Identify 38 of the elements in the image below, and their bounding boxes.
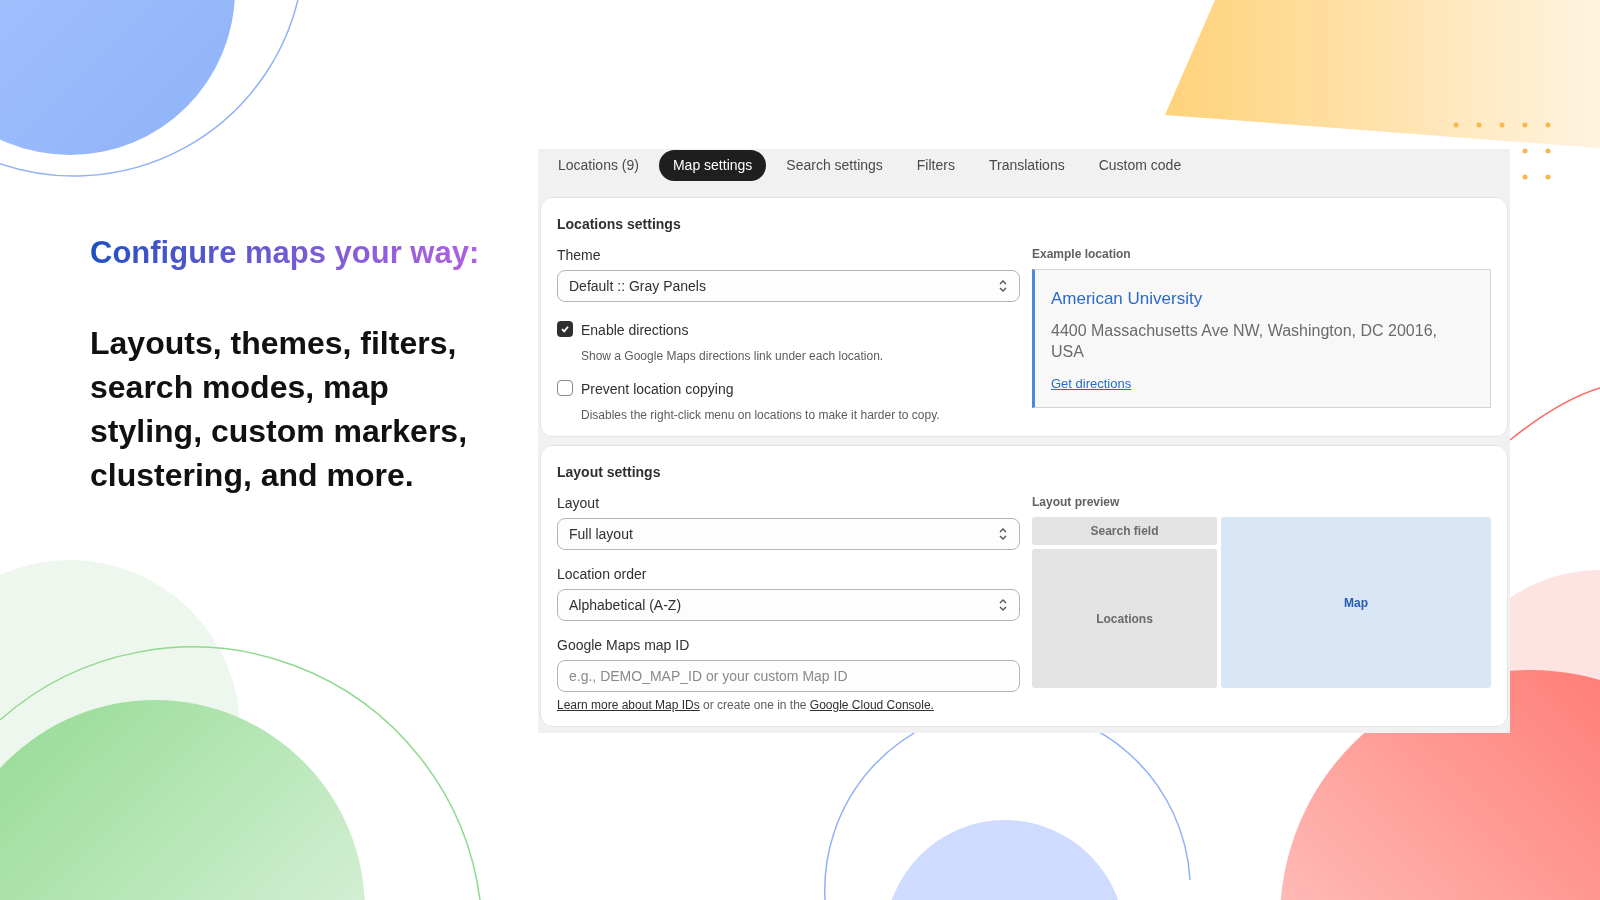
tab[interactable]: Translations bbox=[974, 150, 1079, 181]
select-field[interactable]: Default :: Gray Panels bbox=[557, 270, 1020, 302]
select-field[interactable]: Alphabetical (A-Z) bbox=[557, 589, 1020, 621]
location-name: American University bbox=[1051, 288, 1204, 310]
tab[interactable]: Filters bbox=[902, 150, 969, 181]
checkbox[interactable] bbox=[557, 380, 573, 396]
block-label: Search field bbox=[1090, 523, 1159, 540]
preview-label: Layout preview bbox=[1032, 494, 1121, 511]
help-text: Disables the right-click menu on locations to make it harder to copy. bbox=[581, 407, 940, 424]
tab[interactable]: Custom code bbox=[1084, 150, 1196, 181]
block-label: Locations bbox=[1096, 610, 1153, 628]
directions-link[interactable]: Get directions bbox=[1051, 373, 1132, 393]
preview-label: Example location bbox=[1032, 246, 1132, 263]
select-field[interactable]: Full layout bbox=[557, 518, 1020, 550]
field-label: Layout bbox=[557, 494, 601, 513]
up-down-chevron-icon bbox=[998, 279, 1008, 293]
help-text: Learn more about Map IDs or create one in the Google Cloud Console. bbox=[557, 697, 935, 714]
field-label: Google Maps map ID bbox=[557, 636, 691, 655]
block-label: Map bbox=[1344, 594, 1368, 612]
field-label: Location order bbox=[557, 565, 648, 584]
help-link[interactable]: Google Cloud Console. bbox=[809, 698, 934, 712]
tab[interactable]: Map settings bbox=[658, 150, 767, 181]
tab[interactable]: Locations (9) bbox=[544, 150, 653, 181]
field-label: Theme bbox=[557, 246, 602, 265]
feature-list: Layouts, themes, filters, search modes, map styling, custom markers, clustering, and more. bbox=[90, 320, 490, 497]
location-address: 4400 Massachusetts Ave NW, Washington, DC 20016, USA bbox=[1051, 320, 1438, 362]
help-link[interactable]: Learn more about Map IDs bbox=[557, 698, 700, 712]
up-down-chevron-icon bbox=[998, 527, 1008, 541]
section-title: Layout settings bbox=[557, 463, 662, 482]
input-field[interactable]: e.g., DEMO_MAP_ID or your custom Map ID bbox=[557, 660, 1020, 692]
checkmark-icon bbox=[560, 324, 570, 334]
checkbox[interactable] bbox=[557, 321, 573, 337]
tab[interactable]: Search settings bbox=[772, 150, 897, 181]
section-title: Locations settings bbox=[557, 215, 682, 234]
help-text: Show a Google Maps directions link under each location. bbox=[581, 348, 884, 365]
checkbox-label: Prevent location copying bbox=[581, 380, 735, 399]
up-down-chevron-icon bbox=[998, 598, 1008, 612]
checkbox-label: Enable directions bbox=[581, 321, 690, 340]
